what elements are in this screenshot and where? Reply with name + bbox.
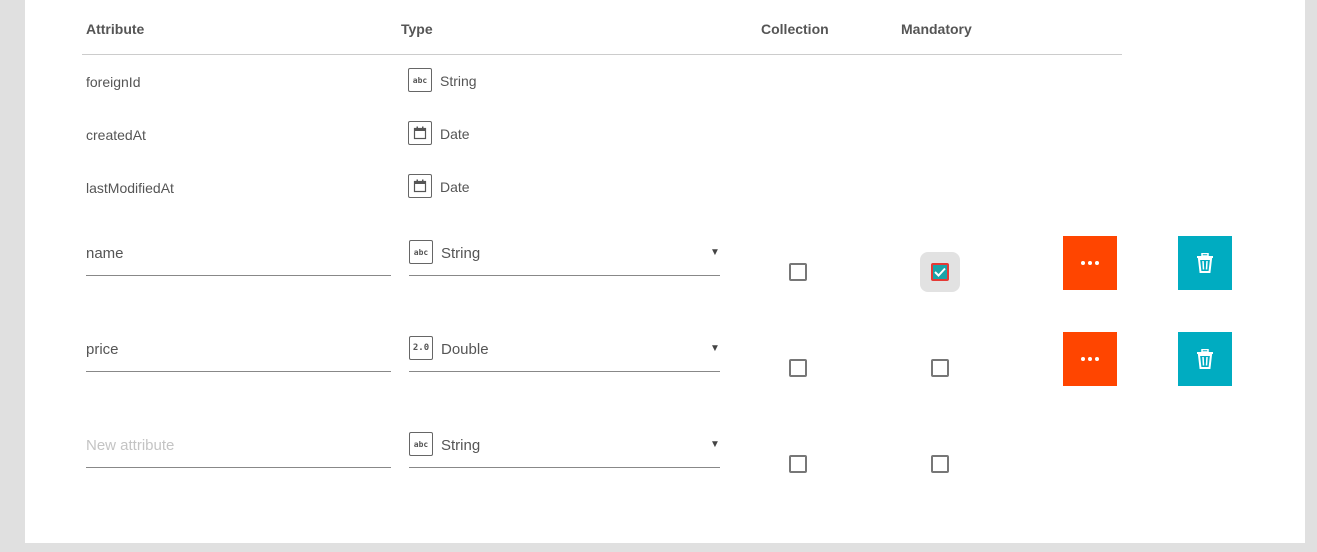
attribute-name-createdat: createdAt: [86, 127, 146, 143]
calendar-icon: [408, 121, 432, 145]
trash-icon: [1197, 253, 1213, 273]
collection-checkbox[interactable]: [789, 455, 807, 473]
chevron-down-icon: ▼: [710, 343, 720, 354]
attribute-name-underline: [86, 371, 391, 372]
attribute-type-lastmodifiedat: Date: [440, 179, 470, 195]
type-select-underline: [409, 467, 720, 468]
new-attribute-underline: [86, 467, 391, 468]
mandatory-checkbox[interactable]: [931, 263, 949, 281]
header-attribute: Attribute: [86, 21, 145, 37]
mandatory-checkbox[interactable]: [931, 359, 949, 377]
more-icon: [1081, 261, 1099, 265]
delete-button[interactable]: [1178, 236, 1232, 290]
more-options-button[interactable]: [1063, 236, 1117, 290]
more-icon: [1081, 357, 1099, 361]
calendar-icon: [408, 174, 432, 198]
type-select[interactable]: String ▼: [409, 428, 720, 468]
type-select-value: String: [441, 245, 481, 262]
attribute-name-foreignid: foreignId: [86, 74, 141, 90]
collection-checkbox[interactable]: [789, 359, 807, 377]
delete-button[interactable]: [1178, 332, 1232, 386]
more-options-button[interactable]: [1063, 332, 1117, 386]
type-select[interactable]: String ▼: [409, 236, 720, 276]
header-divider: [82, 54, 1122, 55]
type-select[interactable]: Double ▼: [409, 332, 720, 372]
type-select-value: String: [441, 437, 481, 454]
attribute-type-foreignid: String: [440, 73, 477, 89]
attribute-name-input[interactable]: [86, 243, 386, 263]
attribute-name-underline: [86, 275, 391, 276]
trash-icon: [1197, 349, 1213, 369]
type-select-value: Double: [441, 341, 489, 358]
chevron-down-icon: ▼: [710, 247, 720, 258]
header-type: Type: [401, 21, 433, 37]
type-select-underline: [409, 275, 720, 276]
abc-icon: abc: [408, 68, 432, 92]
attribute-name-input[interactable]: [86, 339, 386, 359]
attribute-type-createdat: Date: [440, 126, 470, 142]
header-mandatory: Mandatory: [901, 21, 972, 37]
header-collection: Collection: [761, 21, 829, 37]
mandatory-checkbox[interactable]: [931, 455, 949, 473]
check-icon: [934, 267, 946, 277]
type-select-underline: [409, 371, 720, 372]
collection-checkbox[interactable]: [789, 263, 807, 281]
chevron-down-icon: ▼: [710, 439, 720, 450]
new-attribute-input[interactable]: [86, 435, 386, 455]
attribute-name-lastmodifiedat: lastModifiedAt: [86, 180, 174, 196]
